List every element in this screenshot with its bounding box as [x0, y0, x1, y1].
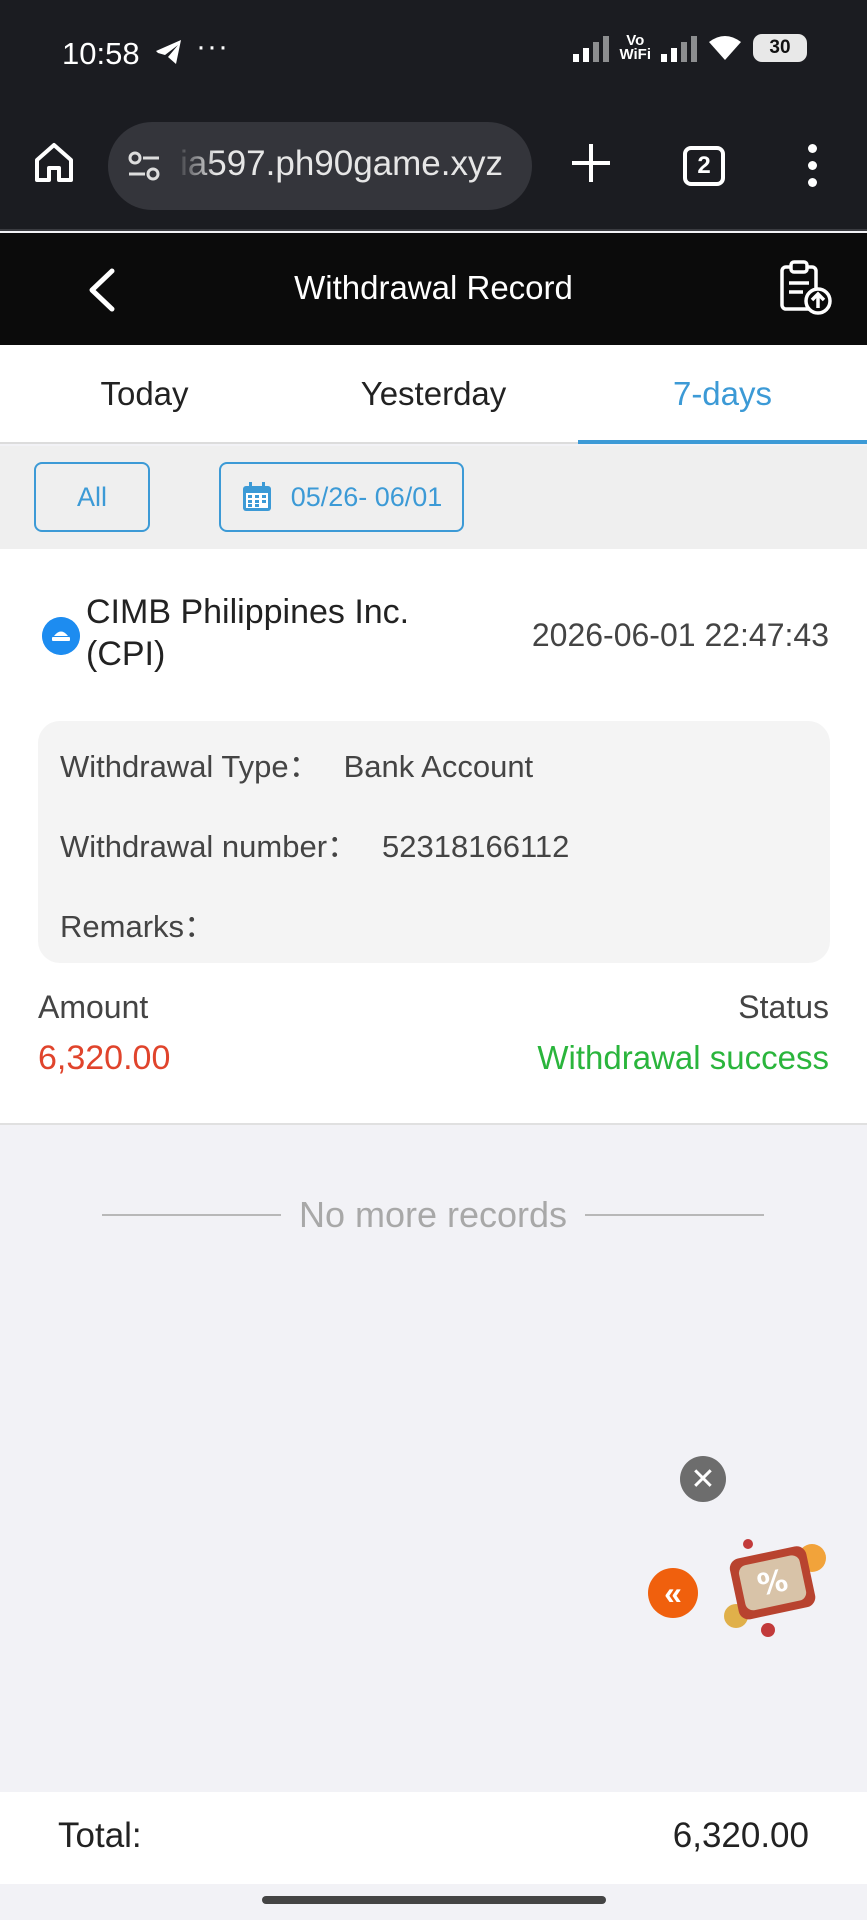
- total-bar: Total: 6,320.00: [0, 1792, 867, 1884]
- remarks-row: Remarks：: [60, 901, 239, 946]
- new-tab-icon[interactable]: [566, 138, 616, 188]
- record-datetime: 2026-06-01 22:47:43: [531, 617, 829, 653]
- vowifi-icon: Vo WiFi: [619, 32, 651, 63]
- total-value: 6,320.00: [672, 1816, 809, 1855]
- close-promo-button[interactable]: ✕: [680, 1456, 726, 1502]
- status-bar: 10:58 ··· Vo WiFi 30: [0, 0, 867, 110]
- divider-left: [102, 1214, 281, 1216]
- withdrawal-number-value: 52318166112: [382, 829, 570, 864]
- home-icon[interactable]: [32, 140, 76, 184]
- address-bar[interactable]: ia597.ph90game.xyz: [108, 122, 532, 210]
- no-more-records-text: No more records: [298, 1194, 568, 1235]
- total-label: Total:: [58, 1816, 142, 1855]
- tab-today[interactable]: Today: [0, 345, 289, 442]
- filter-all-button[interactable]: All: [34, 462, 150, 532]
- more-notifications-icon: ···: [196, 30, 229, 63]
- signal-icon: [573, 34, 610, 62]
- withdrawal-type-row: Withdrawal Type： Bank Account: [60, 741, 533, 786]
- filter-bar: All 05/26- 06/01: [0, 446, 867, 549]
- status-label: Status: [738, 989, 829, 1025]
- site-settings-icon[interactable]: [126, 148, 162, 184]
- battery-icon: 30: [753, 34, 807, 62]
- status-value: Withdrawal success: [537, 1039, 829, 1076]
- telegram-icon: [156, 40, 181, 64]
- tab-switcher-button[interactable]: 2: [683, 146, 725, 186]
- withdrawal-number-label: Withdrawal number：: [60, 829, 359, 864]
- calendar-icon: [242, 482, 271, 511]
- amount-value: 6,320.00: [38, 1039, 171, 1077]
- page-title: Withdrawal Record: [294, 269, 573, 306]
- gesture-home-indicator[interactable]: [262, 1896, 606, 1904]
- date-range-text: 05/26- 06/01: [290, 481, 443, 512]
- status-indicators: Vo WiFi 30: [573, 32, 807, 63]
- bank-logo-icon: [42, 617, 80, 655]
- divider-right: [585, 1214, 764, 1216]
- promo-discount-icon[interactable]: %: [712, 1530, 832, 1640]
- date-tabs: Today Yesterday 7-days: [0, 345, 867, 444]
- withdrawal-type-value: Bank Account: [343, 749, 534, 784]
- list-end-indicator: No more records: [102, 1190, 764, 1240]
- app-header: Withdrawal Record: [0, 233, 867, 345]
- date-range-picker[interactable]: 05/26- 06/01: [219, 462, 464, 532]
- withdrawal-record-card[interactable]: CIMB Philippines Inc. (CPI) 2026-06-01 2…: [0, 549, 867, 1125]
- browser-menu-icon[interactable]: [800, 144, 824, 188]
- collapse-promo-button[interactable]: «: [648, 1568, 698, 1618]
- status-time: 10:58: [62, 36, 140, 71]
- remarks-label: Remarks：: [60, 909, 216, 944]
- tab-yesterday[interactable]: Yesterday: [289, 345, 578, 442]
- url-text[interactable]: ia597.ph90game.xyz: [180, 144, 503, 184]
- withdrawal-type-label: Withdrawal Type：: [60, 749, 320, 784]
- withdrawal-number-row: Withdrawal number： 52318166112: [60, 821, 569, 866]
- tab-7-days[interactable]: 7-days: [578, 345, 867, 444]
- record-details-box: Withdrawal Type： Bank Account Withdrawal …: [38, 721, 830, 963]
- wifi-icon: [709, 36, 741, 60]
- signal-icon-2: [661, 34, 697, 62]
- clipboard-upload-icon[interactable]: [778, 259, 834, 317]
- url-fade: [176, 122, 216, 210]
- tab-count: 2: [697, 152, 711, 179]
- browser-toolbar: ia597.ph90game.xyz 2: [0, 110, 867, 231]
- amount-label: Amount: [38, 989, 149, 1025]
- bank-name: CIMB Philippines Inc. (CPI): [86, 593, 410, 673]
